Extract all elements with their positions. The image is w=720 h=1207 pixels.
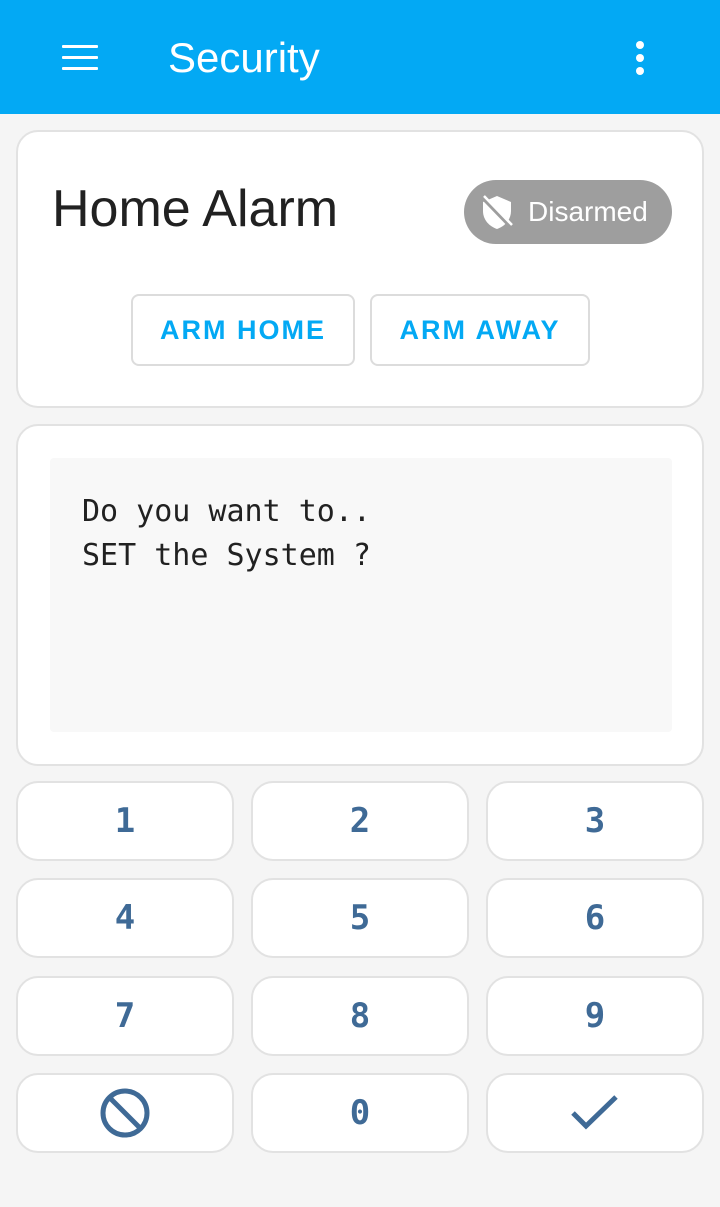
keypad-clear-button[interactable] bbox=[16, 1073, 234, 1153]
keypad-key-0[interactable]: 0 bbox=[251, 1073, 469, 1153]
more-vertical-icon[interactable] bbox=[620, 36, 660, 80]
keypad-key-6[interactable]: 6 bbox=[486, 878, 704, 958]
keypad-key-3[interactable]: 3 bbox=[486, 781, 704, 861]
keypad-key-9[interactable]: 9 bbox=[486, 976, 704, 1056]
alarm-card: Home Alarm Disarmed ARM HOME ARM AWAY bbox=[16, 130, 704, 408]
arm-home-button[interactable]: ARM HOME bbox=[131, 294, 355, 366]
status-label: Disarmed bbox=[528, 196, 648, 227]
checkmark-icon bbox=[571, 1095, 618, 1130]
message-line-2: SET the System ? bbox=[82, 538, 371, 573]
keypad-key-8[interactable]: 8 bbox=[251, 976, 469, 1056]
keypad-key-2[interactable]: 2 bbox=[251, 781, 469, 861]
page-title: Security bbox=[168, 34, 320, 81]
shield-off-icon bbox=[481, 195, 513, 229]
message-display: Do you want to.. SET the System ? bbox=[50, 458, 672, 732]
cancel-circle-icon bbox=[100, 1088, 150, 1138]
arm-away-button[interactable]: ARM AWAY bbox=[370, 294, 590, 366]
keypad-key-1[interactable]: 1 bbox=[16, 781, 234, 861]
keypad-confirm-button[interactable] bbox=[486, 1073, 704, 1153]
keypad-key-7[interactable]: 7 bbox=[16, 976, 234, 1056]
keypad-key-5[interactable]: 5 bbox=[251, 878, 469, 958]
keypad-key-4[interactable]: 4 bbox=[16, 878, 234, 958]
status-badge[interactable]: Disarmed bbox=[464, 180, 672, 244]
message-card: Do you want to.. SET the System ? bbox=[16, 424, 704, 766]
message-line-1: Do you want to.. bbox=[82, 494, 371, 529]
app-bar: Security bbox=[0, 0, 720, 114]
alarm-name: Home Alarm bbox=[52, 180, 339, 238]
hamburger-menu-icon[interactable] bbox=[56, 38, 104, 78]
